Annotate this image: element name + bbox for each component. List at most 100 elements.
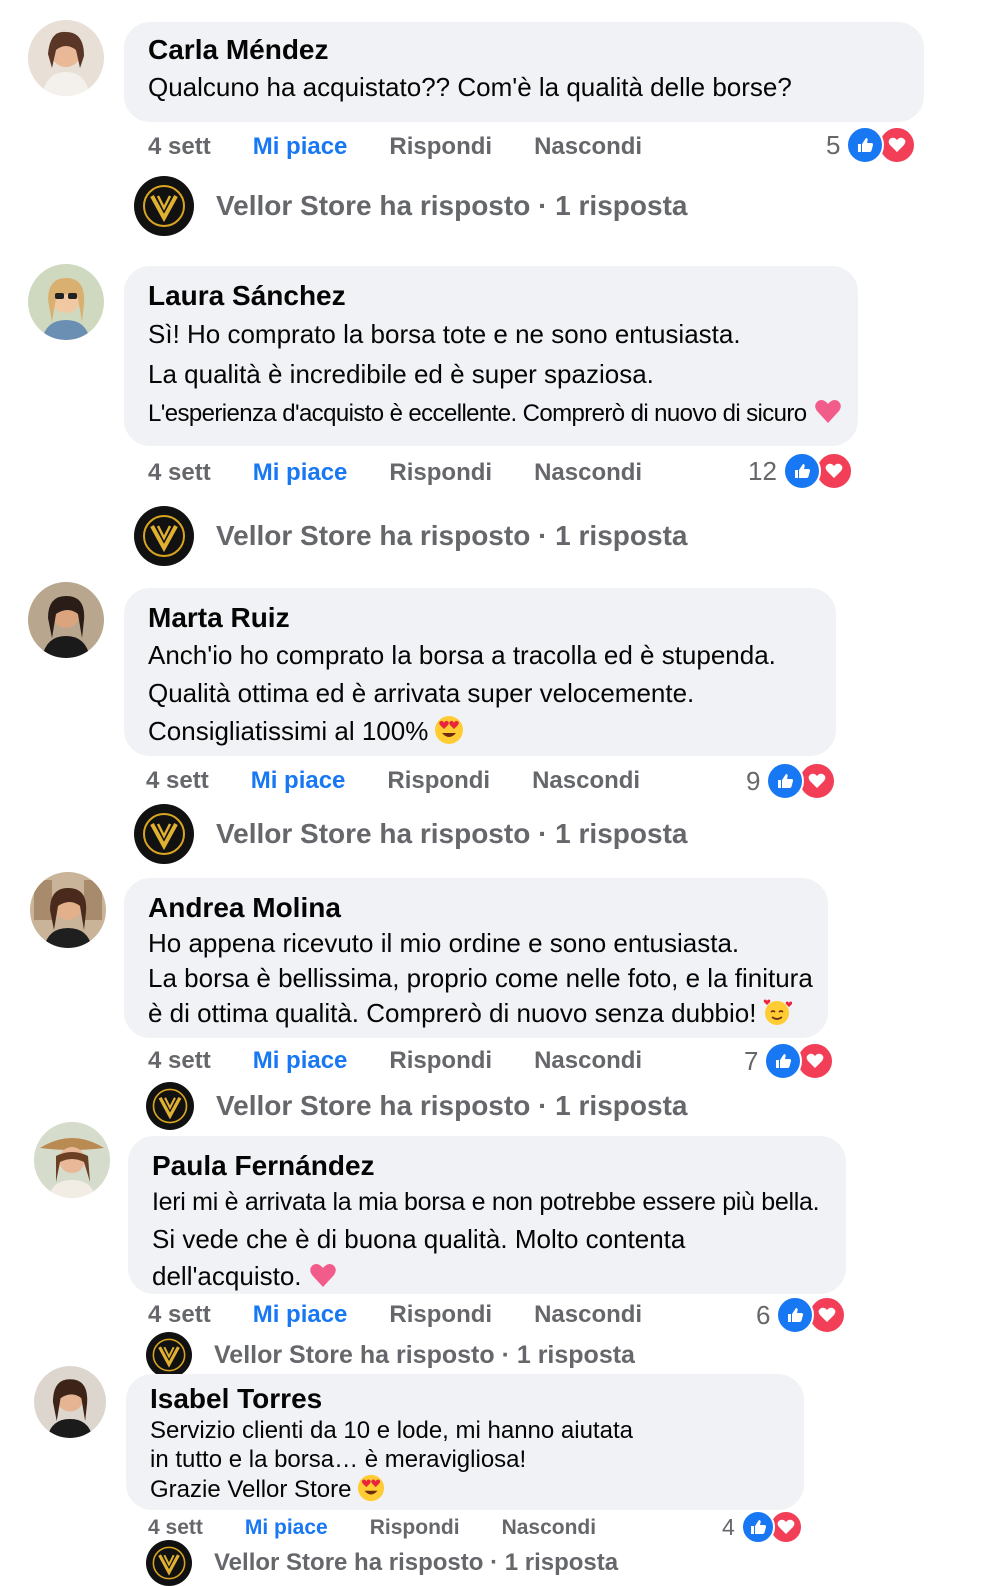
hide-button[interactable]: Nascondi	[534, 133, 642, 161]
comment-author[interactable]: Andrea Molina	[148, 890, 806, 926]
comment-actions: 4 sett Mi piace Rispondi Nascondi	[148, 1044, 684, 1078]
reply-summary-text[interactable]: Vellor Store ha risposto · 1 risposta	[216, 520, 687, 552]
reply-summary[interactable]: Vellor Store ha risposto · 1 risposta	[146, 1332, 635, 1378]
avatar[interactable]	[28, 582, 104, 658]
comment-line: dell'acquisto.	[152, 1258, 824, 1295]
reply-summary[interactable]: Vellor Store ha risposto · 1 risposta	[134, 804, 687, 864]
like-button[interactable]: Mi piace	[253, 1301, 348, 1329]
vellor-store-logo	[134, 176, 194, 236]
heart-eyes-emoji-icon	[435, 716, 464, 744]
comment-text: Servizio clienti da 10 e lode, mi hanno …	[150, 1416, 782, 1504]
reply-summary[interactable]: Vellor Store ha risposto · 1 risposta	[134, 176, 687, 236]
reaction-count: 4	[722, 1513, 735, 1540]
comment-author[interactable]: Paula Fernández	[152, 1148, 824, 1184]
reactions[interactable]: 9	[746, 762, 837, 800]
comment-actions: 4 sett Mi piace Rispondi Nascondi	[148, 1514, 638, 1542]
comment-line-text: dell'acquisto.	[152, 1261, 302, 1291]
avatar[interactable]	[28, 20, 104, 96]
thumbs-up-icon	[764, 1042, 803, 1080]
comment-actions: 4 sett Mi piace Rispondi Nascondi	[146, 764, 682, 798]
reply-summary-text[interactable]: Vellor Store ha risposto · 1 risposta	[216, 818, 687, 850]
reply-button[interactable]: Rispondi	[370, 1516, 460, 1540]
hide-button[interactable]: Nascondi	[534, 1301, 642, 1329]
comment-author[interactable]: Marta Ruiz	[148, 600, 814, 636]
comment-line-text: Grazie Vellor Store	[150, 1476, 352, 1503]
reply-summary-text[interactable]: Vellor Store ha risposto · 1 risposta	[214, 1341, 635, 1370]
smiling-hearts-emoji-icon	[764, 999, 793, 1025]
avatar[interactable]	[34, 1122, 110, 1198]
comment-line: Servizio clienti da 10 e lode, mi hanno …	[150, 1417, 633, 1444]
thumbs-up-icon	[776, 1296, 815, 1334]
comment-text: Qualcuno ha acquistato?? Com'è la qualit…	[148, 68, 902, 106]
like-button[interactable]: Mi piace	[245, 1516, 328, 1540]
reply-button[interactable]: Rispondi	[389, 1301, 492, 1329]
reply-summary[interactable]: Vellor Store ha risposto · 1 risposta	[146, 1540, 618, 1586]
timestamp[interactable]: 4 sett	[146, 767, 209, 795]
comment-text: Ieri mi è arrivata la mia borsa e non po…	[152, 1184, 824, 1295]
reaction-count: 12	[748, 455, 777, 486]
timestamp[interactable]: 4 sett	[148, 1516, 203, 1540]
comment-line: L'esperienza d'acquisto è eccellente. Co…	[148, 394, 841, 434]
timestamp[interactable]: 4 sett	[148, 1047, 211, 1075]
timestamp[interactable]: 4 sett	[148, 133, 211, 161]
comment-actions: 4 sett Mi piace Rispondi Nascondi	[148, 1298, 684, 1332]
like-button[interactable]: Mi piace	[253, 1047, 348, 1075]
reply-summary-text[interactable]: Vellor Store ha risposto · 1 risposta	[216, 190, 687, 222]
vellor-store-logo	[134, 804, 194, 864]
comment-line: Anch'io ho comprato la borsa a tracolla …	[148, 640, 776, 670]
reply-summary-text[interactable]: Vellor Store ha risposto · 1 risposta	[216, 1090, 687, 1122]
reply-button[interactable]: Rispondi	[389, 459, 492, 487]
comment-bubble: Marta Ruiz Anch'io ho comprato la borsa …	[124, 588, 836, 756]
reactions[interactable]: 5	[826, 126, 917, 164]
hide-button[interactable]: Nascondi	[534, 459, 642, 487]
reaction-count: 5	[826, 129, 841, 160]
hide-button[interactable]: Nascondi	[532, 767, 640, 795]
avatar[interactable]	[30, 872, 106, 948]
reaction-count: 7	[744, 1045, 759, 1076]
reply-button[interactable]: Rispondi	[389, 133, 492, 161]
comment-text: Ho appena ricevuto il mio ordine e sono …	[148, 926, 813, 1031]
comment-actions: 4 sett Mi piace Rispondi Nascondi	[148, 130, 684, 164]
reply-summary[interactable]: Vellor Store ha risposto · 1 risposta	[146, 1082, 687, 1130]
timestamp[interactable]: 4 sett	[148, 1301, 211, 1329]
vellor-store-logo	[134, 506, 194, 566]
vellor-store-logo	[146, 1540, 192, 1586]
reactions[interactable]: 7	[744, 1042, 835, 1080]
comment-actions: 4 sett Mi piace Rispondi Nascondi	[148, 456, 684, 490]
reply-summary[interactable]: Vellor Store ha risposto · 1 risposta	[134, 506, 687, 566]
reply-summary-text[interactable]: Vellor Store ha risposto · 1 risposta	[214, 1549, 618, 1577]
like-button[interactable]: Mi piace	[253, 133, 348, 161]
comment-line-text: L'esperienza d'acquisto è eccellente. Co…	[148, 400, 807, 427]
comment-author[interactable]: Isabel Torres	[150, 1382, 782, 1416]
hide-button[interactable]: Nascondi	[502, 1516, 597, 1540]
comment-text: Anch'io ho comprato la borsa a tracolla …	[148, 636, 814, 750]
like-button[interactable]: Mi piace	[253, 459, 348, 487]
heart-icon	[878, 126, 917, 164]
thumbs-up-icon	[782, 452, 821, 490]
comment-bubble: Andrea Molina Ho appena ricevuto il mio …	[124, 878, 828, 1038]
reaction-count: 9	[746, 765, 761, 796]
reactions[interactable]: 6	[756, 1296, 847, 1334]
vellor-store-logo	[146, 1082, 194, 1130]
timestamp[interactable]: 4 sett	[148, 459, 211, 487]
reply-button[interactable]: Rispondi	[389, 1047, 492, 1075]
heart-emoji-icon	[309, 1264, 336, 1287]
comment-author[interactable]: Carla Méndez	[148, 32, 902, 68]
reactions[interactable]: 4	[722, 1510, 803, 1544]
comment-line: Grazie Vellor Store	[150, 1474, 782, 1504]
heart-icon	[798, 762, 837, 800]
comment-bubble: Carla Méndez Qualcuno ha acquistato?? Co…	[124, 22, 924, 122]
like-button[interactable]: Mi piace	[251, 767, 346, 795]
reactions[interactable]: 12	[748, 452, 853, 490]
avatar[interactable]	[28, 264, 104, 340]
comment-bubble: Isabel Torres Servizio clienti da 10 e l…	[126, 1374, 804, 1510]
reply-button[interactable]: Rispondi	[387, 767, 490, 795]
heart-icon	[808, 1296, 847, 1334]
vellor-store-logo	[146, 1332, 192, 1378]
hide-button[interactable]: Nascondi	[534, 1047, 642, 1075]
comment-bubble: Paula Fernández Ieri mi è arrivata la mi…	[128, 1136, 846, 1294]
comment-author[interactable]: Laura Sánchez	[148, 278, 836, 314]
comment-line: Ho appena ricevuto il mio ordine e sono …	[148, 928, 740, 958]
avatar[interactable]	[34, 1366, 106, 1438]
comment-line: in tutto e la borsa… è meravigliosa!	[150, 1446, 527, 1473]
